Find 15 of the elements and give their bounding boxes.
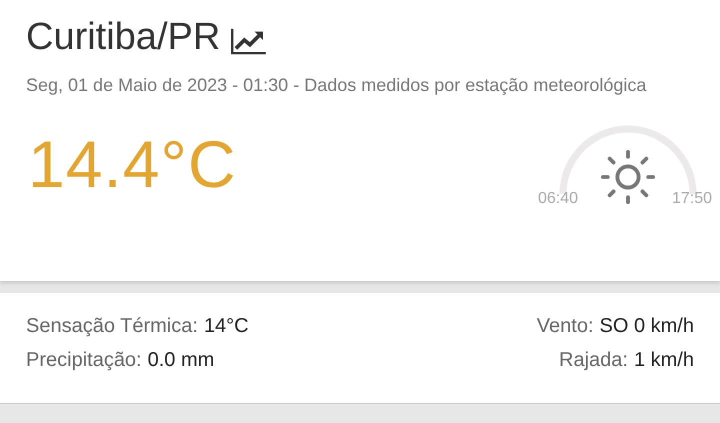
detail-label: Sensação Térmica: [26,315,198,338]
detail-label: Vento: [536,315,594,338]
detail-label: Rajada: [559,349,628,372]
detail-value: 0.0 mm [148,349,214,372]
temperature-reading: 14.4°C [28,126,237,202]
trend-chart-icon[interactable] [230,26,268,54]
detail-label: Precipitação: [26,349,142,372]
date-and-source-text: Seg, 01 de Maio de 2023 - 01:30 - Dados medidos por estação meteorológica [26,74,648,97]
detail-value: 1 km/h [634,349,694,372]
detail-value: SO 0 km/h [600,315,694,338]
detail-value: 14°C [204,315,249,338]
city-title: Curitiba/PR [26,16,220,59]
sun-icon [601,150,655,204]
sunset-time: 17:50 [672,190,712,208]
sunrise-time: 06:40 [538,190,578,208]
